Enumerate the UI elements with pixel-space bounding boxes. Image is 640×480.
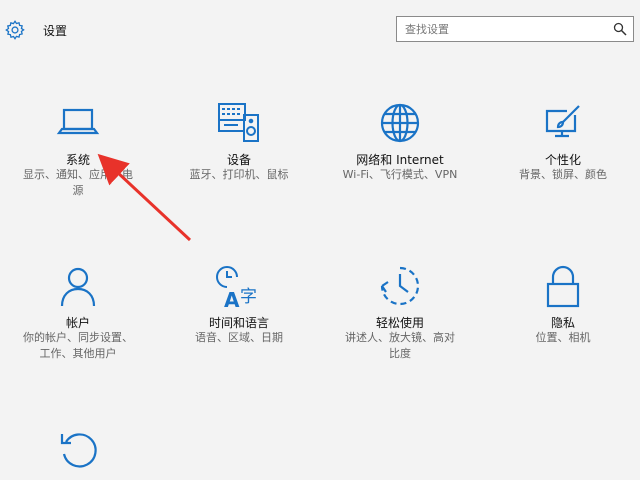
tile-time-language-name: 时间和语言	[208, 316, 269, 330]
globe-icon	[378, 101, 422, 145]
laptop-icon	[56, 103, 100, 139]
search-input[interactable]	[397, 17, 605, 41]
tile-time-language-desc: 语音、区域、日期	[195, 331, 283, 344]
lock-icon	[543, 264, 583, 308]
tile-system-desc: 显示、通知、应用、电 源	[23, 168, 133, 197]
tile-ease-of-access-desc: 讲述人、放大镜、高对 比度	[345, 331, 455, 360]
paint-brush-monitor-icon	[541, 103, 585, 143]
tile-time-language[interactable]: A 字 时间和语言 语音、区域、日期	[159, 258, 319, 368]
tile-ease-of-access[interactable]: 轻松使用 讲述人、放大镜、高对 比度	[320, 258, 480, 368]
search-box[interactable]	[396, 16, 634, 42]
tile-privacy-desc: 位置、相机	[535, 331, 591, 344]
ease-of-access-icon	[378, 264, 422, 308]
tile-devices-desc: 蓝牙、打印机、鼠标	[189, 168, 289, 181]
tile-devices-name: 设备	[226, 153, 251, 167]
tile-personalization[interactable]: 个性化 背景、锁屏、颜色	[483, 95, 640, 205]
tile-personalization-desc: 背景、锁屏、颜色	[519, 168, 607, 181]
person-icon	[56, 264, 100, 308]
tile-ease-of-access-name: 轻松使用	[375, 316, 424, 330]
tile-system-name: 系统	[65, 153, 90, 167]
tile-accounts-name: 帐户	[65, 316, 90, 330]
window-top-edge	[0, 0, 640, 4]
refresh-icon	[56, 428, 100, 472]
gear-icon	[4, 19, 26, 41]
svg-text:A: A	[224, 288, 240, 310]
tile-system[interactable]: 系统 显示、通知、应用、电 源	[0, 95, 158, 205]
search-icon[interactable]	[613, 22, 627, 36]
tile-privacy[interactable]: 隐私 位置、相机	[483, 258, 640, 368]
keyboard-speaker-icon	[216, 101, 262, 143]
svg-text:字: 字	[240, 287, 257, 307]
page-title: 设置	[43, 24, 68, 38]
settings-window: 设置 系统 显示、通知、应用、电 源	[0, 0, 640, 480]
annotation-arrow	[97, 153, 192, 242]
tile-devices[interactable]: 设备 蓝牙、打印机、鼠标	[159, 95, 319, 205]
tile-update-security[interactable]	[0, 422, 158, 480]
clock-language-icon: A 字	[216, 264, 262, 310]
tile-privacy-name: 隐私	[550, 316, 575, 330]
tile-personalization-name: 个性化	[544, 153, 581, 167]
tile-accounts[interactable]: 帐户 你的帐户、同步设置、 工作、其他用户	[0, 258, 158, 368]
settings-header: 设置	[0, 0, 640, 60]
tile-network-name: 网络和 Internet	[356, 153, 444, 167]
tile-network[interactable]: 网络和 Internet Wi-Fi、飞行模式、VPN	[320, 95, 480, 205]
tile-network-desc: Wi-Fi、飞行模式、VPN	[342, 168, 458, 181]
tile-accounts-desc: 你的帐户、同步设置、 工作、其他用户	[23, 331, 133, 360]
